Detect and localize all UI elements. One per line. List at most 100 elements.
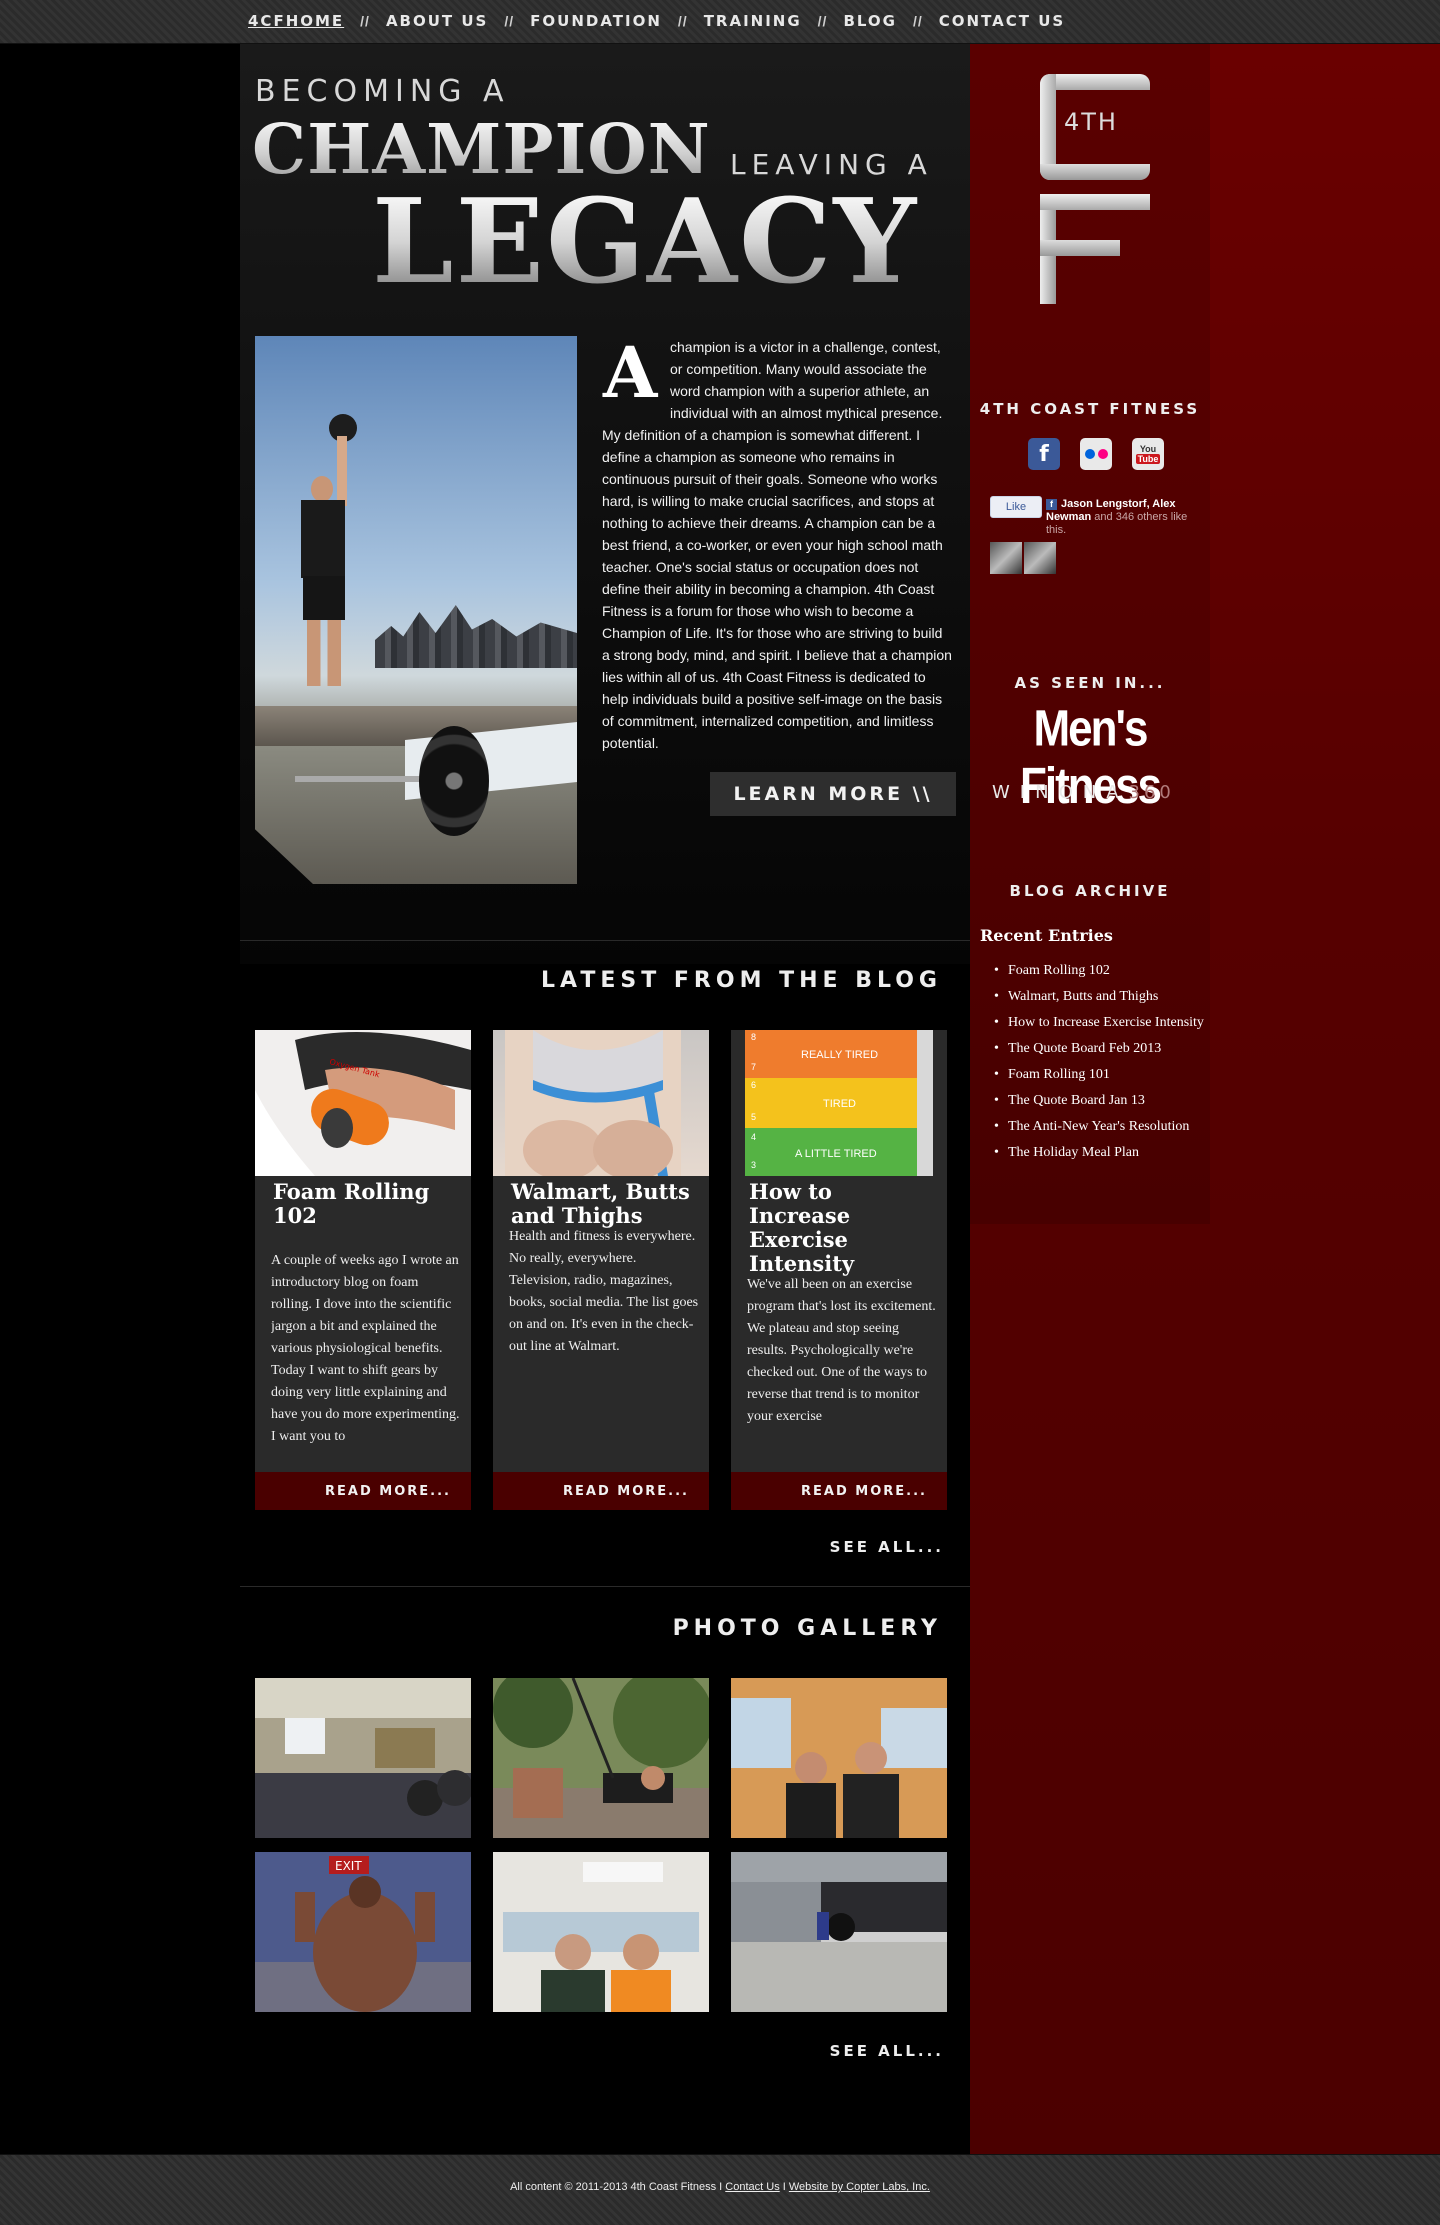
recent-entry-link[interactable]: The Holiday Meal Plan: [990, 1144, 1215, 1161]
trx-training-image: [493, 1678, 709, 1838]
youtube-icon[interactable]: You Tube: [1132, 438, 1164, 470]
shorts: [303, 576, 345, 620]
nav-separator: //: [817, 13, 828, 29]
blog-card-intensity[interactable]: REALLY TIRED TIRED A LITTLE TIRED 8 7 6 …: [731, 1030, 947, 1510]
recent-entries-list: Foam Rolling 102 Walmart, Butts and Thig…: [990, 962, 1215, 1170]
svg-text:3: 3: [751, 1160, 756, 1170]
hero-body: champion is a victor in a challenge, con…: [602, 336, 954, 754]
footer-credit-link[interactable]: Website by Copter Labs, Inc.: [789, 2181, 930, 2193]
blog-card-walmart[interactable]: Walmart, Butts and Thighs Health and fit…: [493, 1030, 709, 1510]
blog-card-title[interactable]: Foam Rolling 102: [273, 1180, 463, 1228]
avatar[interactable]: [1024, 542, 1056, 574]
svg-text:EXIT: EXIT: [335, 1859, 362, 1873]
facebook-like-widget: Like f Jason Lengstorf, Alex Newman and 3…: [990, 496, 1210, 616]
barbell-plate: [419, 726, 489, 836]
blog-thumbnail: Oxygen Tank: [255, 1030, 471, 1176]
measuring-tape-image: [505, 1030, 681, 1176]
blog-card-title[interactable]: Walmart, Butts and Thighs: [511, 1180, 701, 1228]
gallery-see-all-link[interactable]: SEE ALL...: [830, 2042, 944, 2060]
svg-text:5: 5: [751, 1112, 756, 1122]
read-more-button[interactable]: READ MORE...: [731, 1472, 947, 1510]
recent-entry-link[interactable]: The Anti-New Year's Resolution: [990, 1118, 1215, 1135]
blog-card-excerpt: Health and fitness is everywhere. No rea…: [509, 1229, 699, 1354]
nav-item-foundation[interactable]: FOUNDATION: [530, 12, 662, 30]
gallery-photo-classroom[interactable]: [255, 1678, 471, 1838]
nav-separator: //: [677, 13, 688, 29]
social-links: f You Tube: [1028, 438, 1164, 470]
read-more-button[interactable]: READ MORE...: [255, 1472, 471, 1510]
recent-entry-link[interactable]: Walmart, Butts and Thighs: [990, 988, 1215, 1005]
facebook-icon[interactable]: f: [1028, 438, 1060, 470]
section-divider: [240, 1586, 970, 1587]
blog-card-foam-rolling[interactable]: Oxygen Tank Foam Rolling 102 A couple of…: [255, 1030, 471, 1510]
svg-text:REALLY TIRED: REALLY TIRED: [801, 1049, 878, 1061]
svg-text:A LITTLE TIRED: A LITTLE TIRED: [795, 1148, 877, 1160]
blog-card-title[interactable]: How to Increase Exercise Intensity: [749, 1180, 939, 1276]
classroom-image: [255, 1678, 471, 1838]
foam-roller-image: Oxygen Tank: [255, 1030, 471, 1176]
blog-section-title: LATEST FROM THE BLOG: [541, 968, 942, 993]
city-skyline: [375, 605, 577, 668]
sidebar: 4TH 4TH COAST FITNESS f You Tube Like f Ja…: [970, 44, 1440, 2154]
blog-see-all-link[interactable]: SEE ALL...: [830, 1538, 944, 1556]
facebook-like-button[interactable]: Like: [990, 496, 1042, 518]
nav-item-blog[interactable]: BLOG: [843, 12, 897, 30]
gallery-photo-garage[interactable]: [731, 1852, 947, 2012]
nav-list: 4CFHOME // ABOUT US // FOUNDATION // TRAINI…: [248, 12, 1065, 30]
bodybuilder-image: EXIT: [255, 1852, 471, 2012]
blog-card-excerpt: A couple of weeks ago I wrote an introdu…: [271, 1253, 460, 1444]
nav-item-contact-us[interactable]: CONTACT US: [939, 12, 1065, 30]
nav-separator: //: [912, 13, 923, 29]
intensity-scale-image: REALLY TIRED TIRED A LITTLE TIRED 8 7 6 …: [745, 1030, 933, 1176]
nav-separator: //: [360, 13, 370, 29]
main-content: BECOMING A CHAMPION LEAVING A LEGACY A c…: [0, 44, 970, 2154]
blog-thumbnail: REALLY TIRED TIRED A LITTLE TIRED 8 7 6 …: [731, 1030, 947, 1176]
winona360-logo: WINONA360: [992, 782, 1175, 803]
hero-tagline-legacy: LEGACY: [372, 174, 919, 310]
recent-entry-link[interactable]: How to Increase Exercise Intensity: [990, 1014, 1215, 1031]
logo-text: 4TH: [1064, 108, 1118, 136]
gallery-photo-two-men[interactable]: [493, 1852, 709, 2012]
nav-item-training[interactable]: TRAINING: [704, 12, 802, 30]
brand-title: 4TH COAST FITNESS: [979, 400, 1201, 418]
svg-text:6: 6: [751, 1080, 756, 1090]
avatar[interactable]: [990, 542, 1022, 574]
hero-tagline-becoming: BECOMING A: [255, 74, 510, 109]
athlete-figure: [293, 414, 357, 716]
flickr-icon[interactable]: [1080, 438, 1112, 470]
footer-contact-link[interactable]: Contact Us: [725, 2181, 779, 2193]
recent-entry-link[interactable]: Foam Rolling 101: [990, 1066, 1215, 1083]
torso: [301, 500, 345, 578]
gallery-photo-couple[interactable]: [731, 1678, 947, 1838]
recent-entries-title: Recent Entries: [980, 926, 1113, 945]
gallery-photo-bodybuilder[interactable]: EXIT: [255, 1852, 471, 2012]
nav-item-about-us[interactable]: ABOUT US: [386, 12, 488, 30]
as-seen-in-title: AS SEEN IN...: [1014, 674, 1166, 692]
gallery-section-title: PHOTO GALLERY: [672, 1616, 942, 1641]
footer: All content © 2011-2013 4th Coast Fitnes…: [0, 2154, 1440, 2225]
facebook-friend-avatars: [990, 542, 1056, 574]
copyright: All content © 2011-2013 4th Coast Fitnes…: [510, 2181, 717, 2193]
recent-entry-link[interactable]: The Quote Board Jan 13: [990, 1092, 1215, 1109]
blog-archive-title: BLOG ARCHIVE: [1009, 882, 1171, 900]
section-divider: [240, 940, 970, 941]
hero-photo: [255, 336, 577, 884]
top-navigation: 4CFHOME // ABOUT US // FOUNDATION // TRAINI…: [0, 0, 1440, 44]
facebook-like-text: f Jason Lengstorf, Alex Newman and 346 ot…: [1046, 498, 1188, 536]
facebook-mini-icon: f: [1046, 499, 1057, 510]
garage-gym-image: [731, 1852, 947, 2012]
svg-text:TIRED: TIRED: [823, 1098, 856, 1110]
two-men-image: [493, 1852, 709, 2012]
head: [311, 476, 333, 502]
blog-thumbnail: [493, 1030, 709, 1176]
nav-separator: //: [504, 13, 515, 29]
recent-entry-link[interactable]: Foam Rolling 102: [990, 962, 1215, 979]
blog-card-excerpt: We've all been on an exercise program th…: [747, 1277, 936, 1424]
learn-more-button[interactable]: LEARN MORE \\: [710, 772, 956, 816]
svg-text:8: 8: [751, 1032, 756, 1042]
gallery-photo-trx[interactable]: [493, 1678, 709, 1838]
read-more-button[interactable]: READ MORE...: [493, 1472, 709, 1510]
recent-entry-link[interactable]: The Quote Board Feb 2013: [990, 1040, 1215, 1057]
nav-item-home[interactable]: 4CFHOME: [248, 12, 344, 30]
svg-text:4: 4: [751, 1132, 756, 1142]
